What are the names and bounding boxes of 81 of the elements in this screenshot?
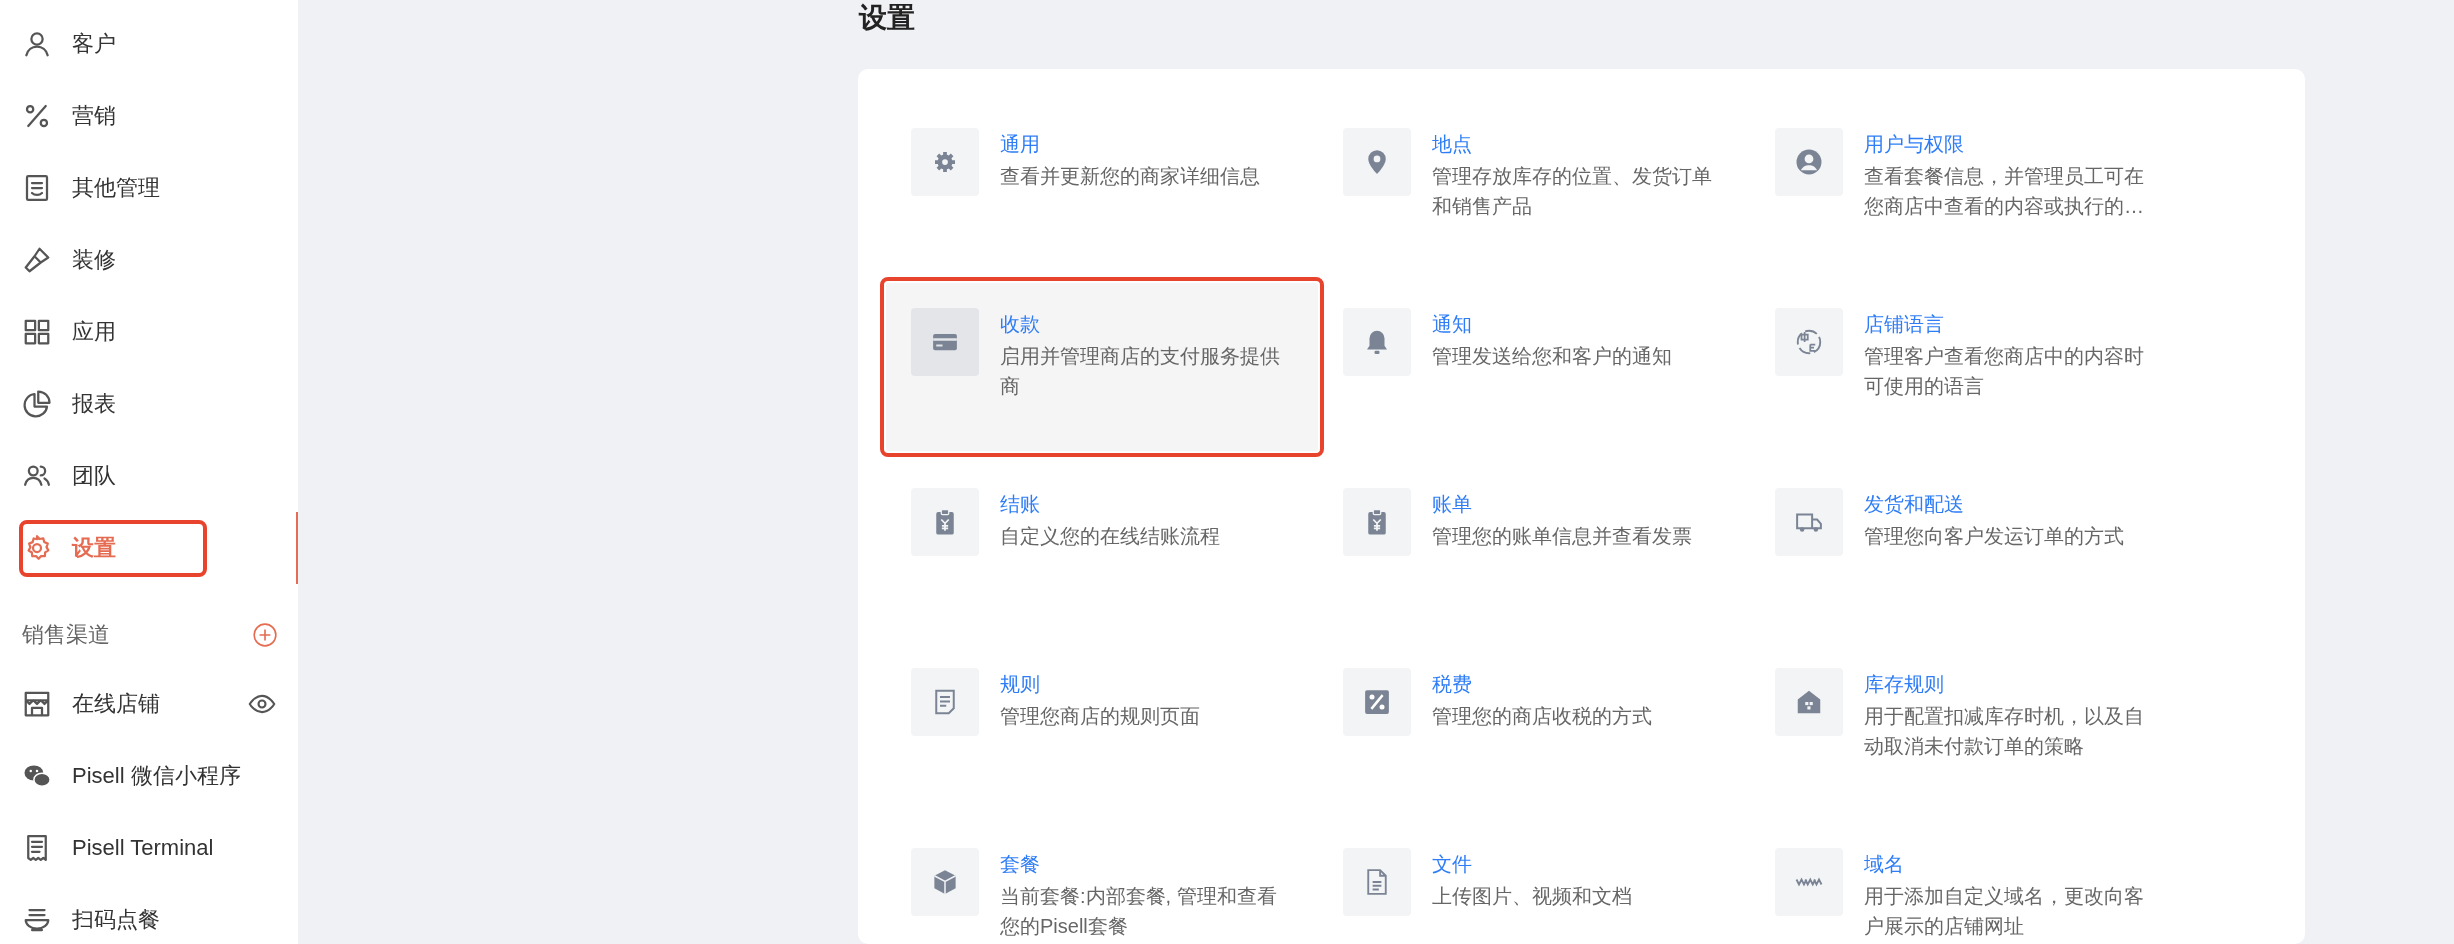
settings-tile[interactable]: 用户与权限 查看套餐信息，并管理员工可在您商店中查看的内容或执行的…: [1750, 103, 2182, 271]
settings-tile[interactable]: 通用 查看并更新您的商家详细信息: [886, 103, 1318, 271]
tile-description: 自定义您的在线结账流程: [1000, 524, 1221, 549]
tile-description: 启用并管理商店的支付服务提供商: [1000, 344, 1281, 399]
sidebar-label: 客户: [72, 30, 116, 58]
section-title: 销售渠道: [22, 621, 110, 649]
channel-label: Pisell Terminal: [72, 835, 215, 861]
sidebar-item[interactable]: 报表: [0, 368, 298, 440]
active-indicator: [296, 512, 298, 584]
tile-title: 用户与权限: [1864, 132, 1965, 157]
sidebar-label: 其他管理: [72, 174, 160, 202]
tile-description: 管理您商店的规则页面: [1000, 704, 1201, 729]
channel-item[interactable]: Pisell 微信小程序: [0, 740, 298, 812]
tile-title: 文件: [1432, 852, 1473, 877]
tile-title: 库存规则: [1864, 672, 1945, 697]
settings-tile[interactable]: 套餐 当前套餐:内部套餐, 管理和查看您的Pisell套餐: [886, 823, 1318, 944]
settings-tile[interactable]: 发货和配送 管理您向客户发运订单的方式: [1750, 463, 2182, 631]
tile-title: 发货和配送: [1864, 492, 1965, 517]
tile-description: 管理发送给您和客户的通知: [1432, 344, 1673, 369]
sidebar-item[interactable]: 营销: [0, 80, 298, 152]
settings-tile[interactable]: 税费 管理您的商店收税的方式: [1318, 643, 1750, 811]
tile-description: 用于配置扣减库存时机，以及自动取消未付款订单的策略: [1864, 704, 2145, 759]
percent-icon: [1362, 687, 1392, 717]
tile-title: 店铺语言: [1864, 312, 1945, 337]
settings-tile[interactable]: 文件 上传图片、视频和文档: [1318, 823, 1750, 944]
settings-tile[interactable]: 域名 用于添加自定义域名，更改向客户展示的店铺网址: [1750, 823, 2182, 944]
user-circle-icon: [1794, 147, 1824, 177]
channel-label: 扫码点餐: [72, 906, 161, 934]
settings-tile[interactable]: 账单 管理您的账单信息并查看发票: [1318, 463, 1750, 631]
person-icon: [22, 29, 52, 59]
settings-tile[interactable]: 收款 启用并管理商店的支付服务提供商: [886, 283, 1318, 451]
tile-title: 地点: [1432, 132, 1473, 157]
channel-item[interactable]: Pisell Terminal: [0, 812, 298, 884]
page-title: 设置: [858, 1, 916, 35]
pie-chart-icon: [22, 389, 52, 419]
channel-label: Pisell 微信小程序: [72, 762, 242, 790]
settings-tile[interactable]: 地点 管理存放库存的位置、发货订单和销售产品: [1318, 103, 1750, 271]
tile-description: 管理您的账单信息并查看发票: [1432, 524, 1693, 549]
tile-title: 税费: [1432, 672, 1473, 697]
add-icon[interactable]: [252, 622, 278, 648]
tile-description: 管理客户查看您商店中的内容时可使用的语言: [1864, 344, 2145, 399]
sidebar-label: 设置: [72, 534, 116, 562]
tile-description: 管理存放库存的位置、发货订单和销售产品: [1432, 164, 1713, 219]
sidebar-item[interactable]: 装修: [0, 224, 298, 296]
tile-description: 用于添加自定义域名，更改向客户展示的店铺网址: [1864, 884, 2145, 939]
settings-tile[interactable]: 结账 自定义您的在线结账流程: [886, 463, 1318, 631]
language-icon: [1794, 327, 1824, 357]
sidebar-label: 应用: [72, 318, 116, 346]
tile-title: 通知: [1432, 312, 1473, 337]
tile-title: 收款: [1000, 312, 1041, 337]
tile-title: 套餐: [1000, 852, 1041, 877]
sidebar-item[interactable]: 应用: [0, 296, 298, 368]
sidebar-label: 营销: [72, 102, 116, 130]
tile-description: 管理您向客户发运订单的方式: [1864, 524, 2125, 549]
channel-item[interactable]: 扫码点餐: [0, 884, 298, 944]
settings-tile[interactable]: 库存规则 用于配置扣减库存时机，以及自动取消未付款订单的策略: [1750, 643, 2182, 811]
tile-description: 查看并更新您的商家详细信息: [1000, 164, 1261, 189]
channel-item[interactable]: 在线店铺: [0, 668, 298, 740]
tile-description: 上传图片、视频和文档: [1432, 884, 1633, 909]
sidebar-label: 团队: [72, 462, 116, 490]
brush-icon: [22, 245, 52, 275]
settings-tile[interactable]: 规则 管理您商店的规则页面: [886, 643, 1318, 811]
tile-title: 通用: [1000, 132, 1041, 157]
store-icon: [22, 689, 52, 719]
tile-description: 查看套餐信息，并管理员工可在您商店中查看的内容或执行的…: [1864, 164, 2145, 219]
tile-title: 结账: [1000, 492, 1041, 517]
tile-title: 账单: [1432, 492, 1473, 517]
sidebar-item[interactable]: 客户: [0, 8, 298, 80]
settings-tile[interactable]: 通知 管理发送给您和客户的通知: [1318, 283, 1750, 451]
sidebar-item[interactable]: 设置: [0, 512, 298, 584]
grid-icon: [22, 317, 52, 347]
sidebar-label: 装修: [72, 246, 116, 274]
sidebar-item[interactable]: 团队: [0, 440, 298, 512]
tile-title: 规则: [1000, 672, 1041, 697]
tile-description: 当前套餐:内部套餐, 管理和查看您的Pisell套餐: [1000, 884, 1278, 939]
tile-title: 域名: [1864, 852, 1905, 877]
channel-label: 在线店铺: [72, 690, 161, 718]
settings-tile[interactable]: 店铺语言 管理客户查看您商店中的内容时可使用的语言: [1750, 283, 2182, 451]
tile-description: 管理您的商店收税的方式: [1432, 704, 1653, 729]
sidebar-label: 报表: [72, 390, 116, 418]
sidebar-item[interactable]: 其他管理: [0, 152, 298, 224]
